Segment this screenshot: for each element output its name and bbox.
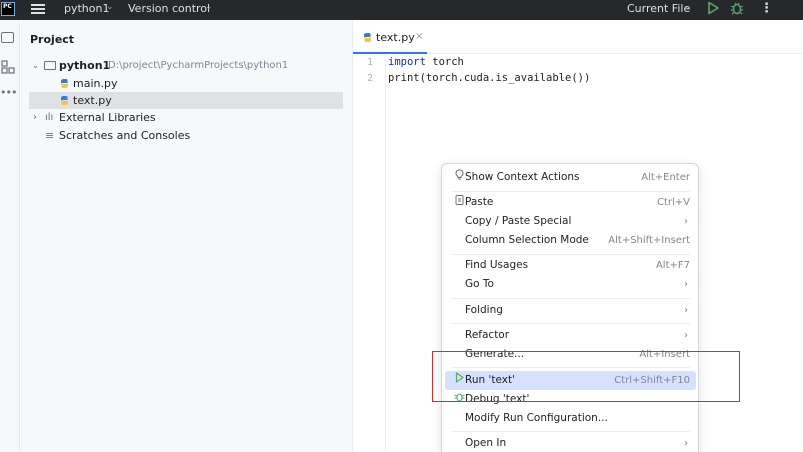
project-selector[interactable]: python1	[64, 2, 109, 15]
line-number-gutter: 1 2	[353, 54, 386, 452]
tree-item-label: python1	[59, 59, 111, 72]
chevron-right-icon: ›	[684, 330, 688, 341]
code-line[interactable]: print(torch.cuda.is_available())	[388, 72, 590, 84]
menu-item-go-to[interactable]: Go To ›	[445, 275, 696, 294]
menu-item-refactor[interactable]: Refactor ›	[445, 326, 696, 345]
clipboard-icon	[453, 193, 465, 212]
tree-item-python1[interactable]: ⌄ python1 D:\project\PycharmProjects\pyt…	[29, 57, 343, 74]
version-control-menu[interactable]: Version control	[128, 2, 210, 15]
line-number: 1	[367, 57, 374, 68]
menu-separator	[452, 298, 690, 299]
chevron-down-icon[interactable]: ⌄	[684, 2, 692, 12]
chevron-right-icon: ›	[684, 279, 688, 290]
tree-item-external-libraries[interactable]: › ılı External Libraries	[29, 109, 343, 126]
run-configuration-selector[interactable]: Current File	[627, 2, 690, 15]
annotation-highlight-box	[432, 351, 740, 402]
chevron-right-icon: ›	[684, 216, 688, 227]
close-icon[interactable]: ×	[415, 31, 423, 42]
menu-item-paste[interactable]: Paste Ctrl+V	[445, 193, 696, 212]
tree-item-path: D:\project\PycharmProjects\python1	[108, 60, 289, 71]
chevron-down-icon[interactable]: ⌄	[32, 57, 39, 74]
project-tool-icon[interactable]	[1, 32, 14, 43]
line-number: 2	[367, 73, 374, 84]
folder-icon	[44, 61, 56, 70]
main-menu-icon[interactable]	[31, 2, 45, 16]
menu-item-modify-run-configuration[interactable]: Modify Run Configuration...	[445, 409, 696, 428]
debug-icon[interactable]	[730, 1, 744, 18]
code-line[interactable]: import torch	[388, 56, 464, 68]
library-icon: ılı	[45, 112, 54, 123]
chevron-down-icon[interactable]: ⌄	[205, 2, 213, 12]
tree-item-main-py[interactable]: main.py	[29, 75, 343, 92]
run-icon[interactable]	[707, 1, 720, 18]
tree-item-label: text.py	[73, 94, 112, 107]
menu-separator	[452, 191, 690, 192]
chevron-down-icon[interactable]: ⌄	[106, 2, 114, 12]
menu-item-folding[interactable]: Folding ›	[445, 301, 696, 320]
menu-item-show-context-actions[interactable]: Show Context Actions Alt+Enter	[445, 168, 696, 187]
python-file-icon	[364, 33, 371, 42]
menu-separator	[452, 254, 690, 255]
scratches-icon: ≡	[45, 129, 55, 142]
chevron-right-icon: ›	[684, 305, 688, 316]
chevron-right-icon: ›	[684, 438, 688, 449]
structure-tool-icon[interactable]	[1, 60, 15, 77]
lightbulb-icon	[453, 168, 465, 187]
tree-item-text-py[interactable]: text.py	[29, 92, 343, 109]
tree-item-label: External Libraries	[59, 111, 156, 124]
pycharm-logo-icon[interactable]: PC	[1, 2, 15, 16]
menu-separator	[452, 323, 690, 324]
project-panel: Project ⌄ ⌄ python1 D:\project\PycharmPr…	[21, 20, 353, 452]
editor-tab-bar: text.py ×	[353, 20, 803, 54]
tab-text-py[interactable]: text.py ×	[353, 20, 427, 54]
chevron-down-icon[interactable]: ⌄	[67, 33, 75, 43]
menu-item-open-in[interactable]: Open In ›	[445, 434, 696, 452]
tree-item-scratches[interactable]: ≡ Scratches and Consoles	[29, 127, 343, 144]
menu-item-find-usages[interactable]: Find Usages Alt+F7	[445, 256, 696, 275]
tab-label: text.py	[376, 31, 415, 44]
python-file-icon	[61, 96, 68, 105]
python-file-icon	[61, 79, 68, 88]
menu-item-column-selection-mode[interactable]: Column Selection Mode Alt+Shift+Insert	[445, 231, 696, 250]
tree-item-label: Scratches and Consoles	[59, 129, 191, 142]
menu-separator	[452, 431, 690, 432]
tool-window-strip: •••	[0, 20, 20, 452]
editor-context-menu: Show Context Actions Alt+Enter Paste Ctr…	[441, 163, 699, 452]
more-actions-icon[interactable]: ⋮	[760, 1, 773, 16]
title-bar: PC python1 ⌄ Version control ⌄ Current F…	[0, 0, 803, 20]
menu-item-copy-paste-special[interactable]: Copy / Paste Special ›	[445, 212, 696, 231]
chevron-right-icon[interactable]: ›	[33, 109, 37, 126]
tree-item-label: main.py	[73, 77, 118, 90]
more-tools-icon[interactable]: •••	[0, 86, 17, 99]
